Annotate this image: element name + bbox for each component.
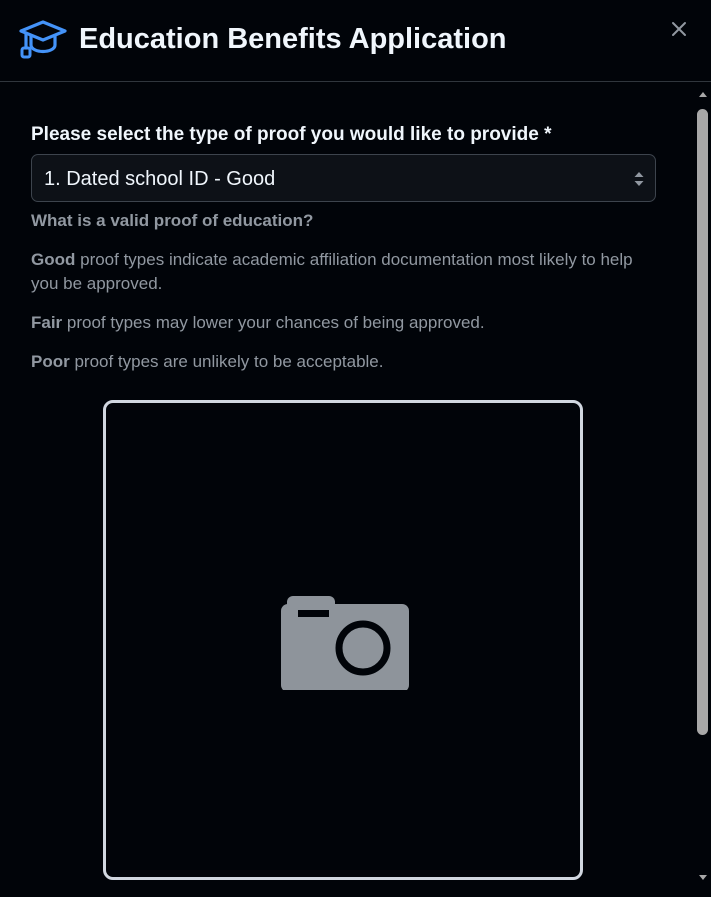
help-fair-text: Fair proof types may lower your chances … [31,311,656,335]
proof-help-heading: What is a valid proof of education? [31,211,314,230]
dialog-title: Education Benefits Application [79,23,507,55]
select-caret-icon [634,172,644,186]
proof-type-selected-value: 1. Dated school ID - Good [44,168,276,190]
graduation-cap-icon [19,20,67,59]
proof-type-label: Please select the type of proof you woul… [31,124,552,145]
help-fair-term: Fair [31,313,63,332]
help-fair-description: proof types may lower your chances of be… [62,313,485,332]
scroll-down-arrow-icon[interactable] [698,873,708,883]
help-good-text: Good proof types indicate academic affil… [31,248,656,296]
close-icon[interactable] [668,18,690,40]
help-poor-description: proof types are unlikely to be acceptabl… [69,352,384,371]
camera-icon [281,596,409,690]
education-benefits-dialog: Education Benefits Application Please se… [0,0,711,897]
dialog-header: Education Benefits Application [0,0,711,82]
help-poor-term: Poor [31,352,70,371]
help-good-description: proof types indicate academic affiliatio… [31,250,633,293]
photo-upload-area[interactable] [103,400,583,880]
help-poor-text: Poor proof types are unlikely to be acce… [31,350,656,374]
scroll-up-arrow-icon[interactable] [698,89,708,99]
dialog-body: Please select the type of proof you woul… [0,83,711,895]
scrollbar-thumb[interactable] [697,109,708,735]
vertical-scrollbar[interactable] [694,83,711,895]
help-good-term: Good [31,250,76,269]
proof-type-select[interactable]: 1. Dated school ID - Good [31,154,656,202]
